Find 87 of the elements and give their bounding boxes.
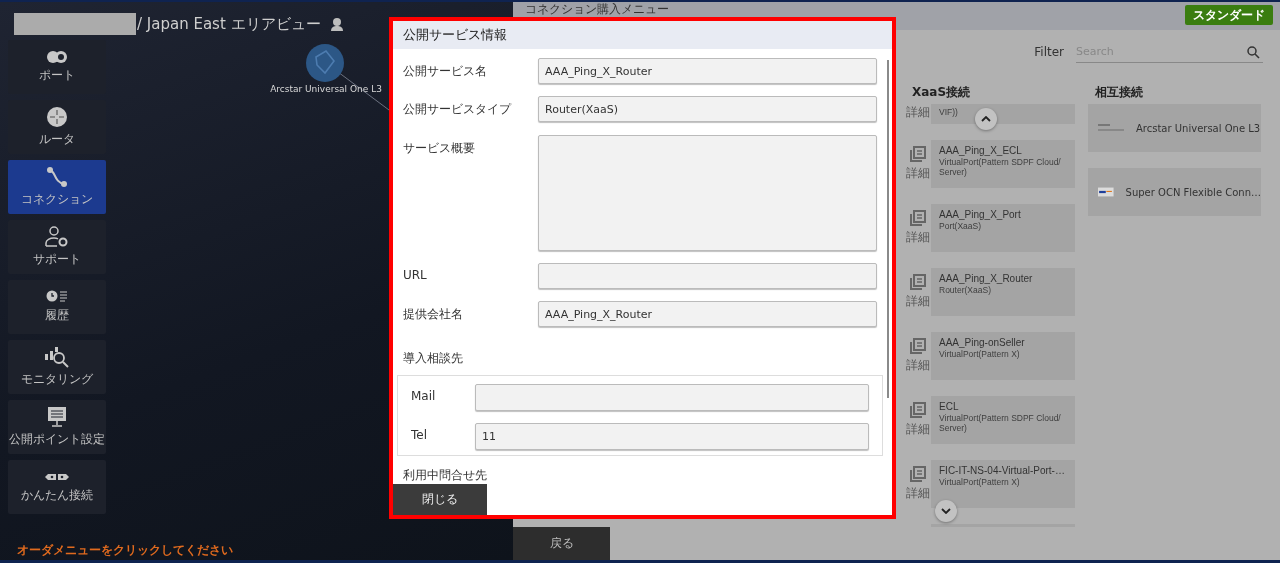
field-label: Tel <box>411 427 428 444</box>
user-gear-icon <box>45 226 69 248</box>
card-title: FIC-IT-NS-04-Virtual-Port-… <box>939 465 1066 476</box>
close-button[interactable]: 閉じる <box>393 484 487 515</box>
chevron-up-icon <box>981 116 991 122</box>
input-field[interactable] <box>538 263 877 289</box>
detail-link[interactable]: 詳細 <box>906 229 930 246</box>
hint-text: オーダメニューをクリックしてください <box>17 542 233 559</box>
detail-link[interactable]: 詳細 <box>906 165 930 182</box>
connection-card[interactable]: VIF)) <box>931 104 1075 124</box>
card-subtitle: VirtualPort(Pattern SDPF Cloud/ Server) <box>939 413 1062 434</box>
column-heading: XaaS接続 <box>911 86 972 99</box>
section-heading: 利用中問合せ先 <box>403 467 488 484</box>
card-title: AAA_Ping_X_Port <box>939 209 1022 220</box>
interconnect-card[interactable]: Super OCN Flexible Conn… <box>1088 168 1261 216</box>
sidebar-item[interactable]: 公開ポイント設定 <box>8 400 106 454</box>
node-label: Arcstar Universal One L3 <box>269 84 383 94</box>
connection-card[interactable]: FIC-IT-NS-04-Virtual-Port-… VirtualPort(Pattern X) <box>931 460 1075 508</box>
scroll-down-button[interactable] <box>935 500 957 522</box>
input-field[interactable] <box>475 384 869 411</box>
sidebar-item[interactable]: ポート <box>8 40 106 94</box>
field-label: Mail <box>411 388 437 405</box>
service-logo <box>1098 124 1124 132</box>
scroll-up-button[interactable] <box>975 108 997 130</box>
search-icon <box>1247 45 1260 59</box>
chevron-down-icon <box>941 508 951 514</box>
plan-button[interactable]: スタンダード <box>1185 5 1273 25</box>
connection-card[interactable]: AAA_Ping-onSeller VirtualPort(Pattern X) <box>931 332 1075 380</box>
connection-card[interactable]: ECL VirtualPort(Pattern SDPF Cloud/ Server) <box>931 396 1075 444</box>
card-subtitle: Port(XaaS) <box>939 221 983 232</box>
area-title: / Japan East エリアビュー <box>137 14 321 34</box>
text-area[interactable] <box>538 135 877 251</box>
field-label: 公開サービスタイプ <box>403 101 513 118</box>
sidebar-item[interactable]: ルータ <box>8 100 106 154</box>
field-label: URL <box>403 267 428 284</box>
card-subtitle: VirtualPort(Pattern X) <box>939 477 1021 488</box>
interconnect-card[interactable]: Arcstar Universal One L3 <box>1088 104 1261 152</box>
detail-link[interactable]: 詳細 <box>906 293 930 310</box>
input-field[interactable]: 11 <box>475 423 869 450</box>
document-icon <box>910 402 926 418</box>
chart-search-icon <box>44 346 70 368</box>
filter-label: Filter <box>1034 45 1064 59</box>
card-subtitle: VirtualPort(Pattern X) <box>939 349 1021 360</box>
input-field[interactable]: AAA_Ping_X_Router <box>538 301 877 327</box>
connection-card[interactable]: AAA_Ping_X_Port Port(XaaS) <box>931 204 1075 252</box>
back-button[interactable]: 戻る <box>513 527 610 560</box>
section-heading: 導入相談先 <box>403 350 464 367</box>
column-heading: 相互接続 <box>1094 86 1144 99</box>
document-icon <box>910 210 926 226</box>
detail-link[interactable]: 詳細 <box>906 104 930 121</box>
connection-card[interactable]: AAA_Ping_X_ECL VirtualPort(Pattern SDPF Cloud/ Server) <box>931 140 1075 188</box>
card-title: Super OCN Flexible Conn… <box>1125 186 1261 198</box>
card-title: AAA_Ping_X_ECL <box>939 145 1023 156</box>
panel-title: コネクション購入メニュー <box>525 3 669 16</box>
field-label: 公開サービス名 <box>403 63 488 80</box>
sidebar-item[interactable]: コネクション <box>8 160 106 214</box>
field-label: 提供会社名 <box>403 306 464 323</box>
document-icon <box>910 338 926 354</box>
field-label: サービス概要 <box>403 140 476 157</box>
input-field[interactable]: AAA_Ping_X_Router <box>538 58 877 84</box>
document-icon <box>910 146 926 162</box>
dialog-title: 公開サービス情報 <box>393 21 892 49</box>
toggle-icon <box>46 50 68 64</box>
scrollbar[interactable] <box>887 60 889 398</box>
card-title: AAA_Ping_X_Router <box>939 273 1034 284</box>
input-field[interactable]: Router(XaaS) <box>538 96 877 122</box>
card-title: AAA_Ping-onSeller <box>939 337 1026 348</box>
connection-icon <box>46 166 68 188</box>
connection-card[interactable]: AAA_Ping_X_Router Router(XaaS) <box>931 268 1075 316</box>
card-subtitle: Router(XaaS) <box>939 285 992 296</box>
card-title: Arcstar Universal One L3 <box>1136 122 1261 134</box>
monitor-icon <box>46 406 68 428</box>
sidebar-item[interactable]: サポート <box>8 220 106 274</box>
sidebar-item[interactable]: モニタリング <box>8 340 106 394</box>
sidebar-item[interactable]: 履歴 <box>8 280 106 334</box>
network-node[interactable] <box>305 43 345 83</box>
document-icon <box>910 274 926 290</box>
detail-link[interactable]: 詳細 <box>906 421 930 438</box>
detail-link[interactable]: 詳細 <box>906 485 930 502</box>
card-title: ECL <box>939 401 960 412</box>
clock-list-icon <box>46 290 68 304</box>
document-icon <box>910 466 926 482</box>
detail-link[interactable]: 詳細 <box>906 357 930 374</box>
router-icon <box>46 106 68 128</box>
sidebar-item[interactable]: かんたん接続 <box>8 460 106 514</box>
person-icon <box>329 17 344 31</box>
card-subtitle: VirtualPort(Pattern SDPF Cloud/ Server) <box>939 157 1062 178</box>
